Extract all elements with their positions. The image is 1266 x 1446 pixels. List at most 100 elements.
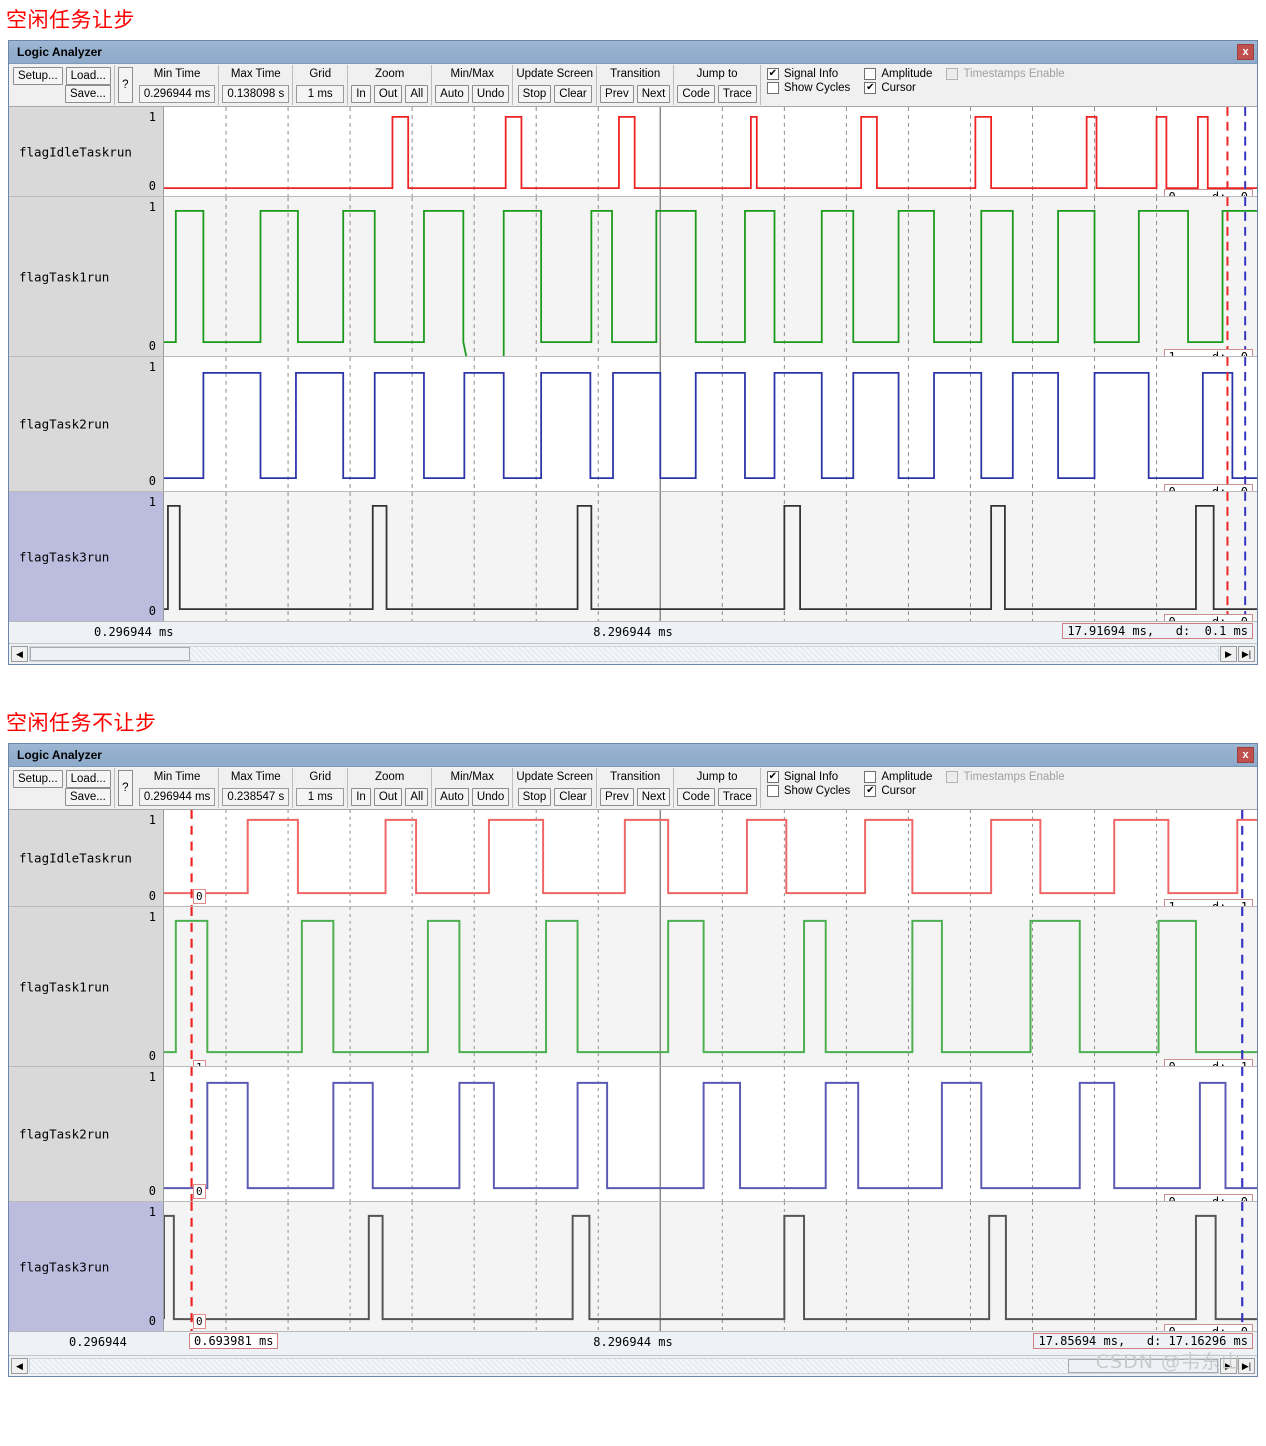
level-low-label: 0 xyxy=(148,1314,156,1328)
grid-field[interactable]: 1 ms xyxy=(296,788,345,806)
level-low-label: 0 xyxy=(148,604,156,618)
scroll-track[interactable] xyxy=(29,1358,1219,1374)
signal-lane-task1-1[interactable]: 1 flagTask1run 0 xyxy=(9,197,1257,357)
signal-lane-idle-2[interactable]: 1 flagIdleTaskrun 0 0 xyxy=(9,810,1257,907)
checkbox-show-cycles[interactable]: Show Cycles xyxy=(766,785,851,797)
zoom-all-button[interactable]: All xyxy=(405,85,429,103)
signal-namecell[interactable]: 1 flagTask2run 0 xyxy=(9,357,164,491)
load-button[interactable]: Load... xyxy=(65,770,111,788)
checkbox-amplitude[interactable]: Amplitude xyxy=(864,68,932,80)
scroll-left-icon[interactable]: ◀ xyxy=(11,646,28,662)
grid-field[interactable]: 1 ms xyxy=(296,85,345,103)
checkbox-cursor[interactable]: ✔ Cursor xyxy=(864,82,932,94)
max-time-group-2: Max Time 0.238547 s xyxy=(219,768,294,808)
signal-canvas[interactable]: 0, d: 0 xyxy=(164,107,1257,196)
signal-lane-task2-1[interactable]: 1 flagTask2run 0 xyxy=(9,357,1257,492)
scroll-end-icon[interactable]: ▶| xyxy=(1238,1358,1255,1374)
close-icon[interactable]: x xyxy=(1237,747,1254,763)
setup-button[interactable]: Setup... xyxy=(13,770,63,788)
horizontal-scrollbar-2[interactable]: ◀ ▶ ▶| xyxy=(9,1356,1257,1376)
signal-namecell[interactable]: 1 flagTask1run 0 xyxy=(9,197,164,356)
transition-next-button[interactable]: Next xyxy=(636,85,671,103)
signal-lane-task2-2[interactable]: 1 flagTask2run 0 0 xyxy=(9,1067,1257,1202)
signal-namecell[interactable]: 1 flagTask3run 0 xyxy=(9,1202,164,1331)
zoom-in-button[interactable]: In xyxy=(351,85,371,103)
minmax-auto-button[interactable]: Auto xyxy=(435,788,469,806)
setup-button[interactable]: Setup... xyxy=(13,67,63,85)
signal-canvas[interactable]: 1, d: 0 xyxy=(164,197,1257,356)
help-icon[interactable]: ? xyxy=(117,770,133,806)
scroll-thumb[interactable] xyxy=(30,647,190,661)
scroll-left-icon[interactable]: ◀ xyxy=(11,1358,28,1374)
signal-canvas[interactable]: 0, d: 0 xyxy=(164,357,1257,491)
min-time-field[interactable]: 0.296944 ms xyxy=(138,85,216,103)
update-screen-group-1: Update Screen Stop Clear xyxy=(513,65,598,105)
waveform-plot-2[interactable]: 1 flagIdleTaskrun 0 0 1 flagTask1run 0 1… xyxy=(9,810,1257,1332)
waveform-trace xyxy=(164,1214,1257,1321)
signal-lane-task1-2[interactable]: 1 flagTask1run 0 xyxy=(9,907,1257,1067)
checkbox-show-cycles-label: Show Cycles xyxy=(783,785,851,797)
level-high-label: 1 xyxy=(148,813,156,827)
minmax-undo-button[interactable]: Undo xyxy=(471,85,510,103)
jump-code-button[interactable]: Code xyxy=(677,85,715,103)
signal-canvas[interactable]: 0 1, d: 1 xyxy=(164,810,1257,906)
scroll-thumb[interactable] xyxy=(1068,1359,1218,1373)
scroll-end-icon[interactable]: ▶| xyxy=(1238,646,1255,662)
stop-button[interactable]: Stop xyxy=(517,788,552,806)
save-button[interactable]: Save... xyxy=(65,788,111,806)
transition-next-button[interactable]: Next xyxy=(636,788,671,806)
save-button[interactable]: Save... xyxy=(65,85,111,103)
check-icon: ✔ xyxy=(864,785,877,797)
scroll-right-icon[interactable]: ▶ xyxy=(1220,1358,1237,1374)
minmax-auto-button[interactable]: Auto xyxy=(435,85,469,103)
load-button[interactable]: Load... xyxy=(65,67,111,85)
scroll-track[interactable] xyxy=(29,646,1219,662)
jump-code-button[interactable]: Code xyxy=(677,788,715,806)
checkbox-cursor-label: Cursor xyxy=(881,785,916,797)
zoom-out-button[interactable]: Out xyxy=(373,85,403,103)
waveform-trace xyxy=(164,1081,1257,1190)
checkbox-signal-info[interactable]: ✔ Signal Info xyxy=(766,771,850,783)
max-time-field[interactable]: 0.138098 s xyxy=(222,85,290,103)
signal-canvas[interactable]: 0 0, d: 0 xyxy=(164,1202,1257,1331)
waveform-plot-1[interactable]: 1 flagIdleTaskrun 0 1 flagTask1run 0 1 f… xyxy=(9,107,1257,622)
zoom-out-button[interactable]: Out xyxy=(373,788,403,806)
signal-namecell[interactable]: 1 flagIdleTaskrun 0 xyxy=(9,810,164,906)
checkbox-show-cycles[interactable]: Show Cycles xyxy=(766,82,850,94)
signal-namecell[interactable]: 1 flagTask1run 0 xyxy=(9,907,164,1066)
clear-button[interactable]: Clear xyxy=(554,85,592,103)
close-icon[interactable]: x xyxy=(1237,44,1254,60)
time-axis-center-label: 8.296944 ms xyxy=(593,1335,673,1349)
checkbox-cursor-label: Cursor xyxy=(881,82,916,94)
jump-trace-button[interactable]: Trace xyxy=(717,85,757,103)
help-icon[interactable]: ? xyxy=(117,67,133,103)
signal-canvas[interactable]: 0, d: 0 xyxy=(164,492,1257,621)
min-time-field[interactable]: 0.296944 ms xyxy=(138,788,216,806)
minmax-undo-button[interactable]: Undo xyxy=(471,788,510,806)
max-time-field[interactable]: 0.238547 s xyxy=(222,788,290,806)
signal-namecell[interactable]: 1 flagIdleTaskrun 0 xyxy=(9,107,164,196)
horizontal-scrollbar-1[interactable]: ◀ ▶ ▶| xyxy=(9,644,1257,664)
signal-namecell[interactable]: 1 flagTask2run 0 xyxy=(9,1067,164,1201)
checkbox-amplitude[interactable]: Amplitude xyxy=(864,771,932,783)
checkbox-signal-info[interactable]: ✔ Signal Info xyxy=(766,68,850,80)
transition-prev-button[interactable]: Prev xyxy=(600,85,634,103)
grid-label: Grid xyxy=(309,68,332,80)
transition-prev-button[interactable]: Prev xyxy=(600,788,634,806)
signal-canvas[interactable]: 1 0, d: -1 xyxy=(164,907,1257,1066)
signal-namecell[interactable]: 1 flagTask3run 0 xyxy=(9,492,164,621)
signal-canvas[interactable]: 0 0, d: 0 xyxy=(164,1067,1257,1201)
clear-button[interactable]: Clear xyxy=(554,788,592,806)
gridlines xyxy=(225,1067,1158,1201)
level-high-label: 1 xyxy=(148,200,156,214)
zoom-all-button[interactable]: All xyxy=(405,788,429,806)
signal-lane-task3-1[interactable]: 1 flagTask3run 0 xyxy=(9,492,1257,622)
checkbox-cursor[interactable]: ✔ Cursor xyxy=(864,785,932,797)
zoom-in-button[interactable]: In xyxy=(351,788,371,806)
update-screen-label: Update Screen xyxy=(516,68,594,80)
signal-lane-idle-1[interactable]: 1 flagIdleTaskrun 0 xyxy=(9,107,1257,197)
scroll-right-icon[interactable]: ▶ xyxy=(1220,646,1237,662)
signal-lane-task3-2[interactable]: 1 flagTask3run 0 0 xyxy=(9,1202,1257,1332)
stop-button[interactable]: Stop xyxy=(517,85,552,103)
jump-trace-button[interactable]: Trace xyxy=(717,788,757,806)
